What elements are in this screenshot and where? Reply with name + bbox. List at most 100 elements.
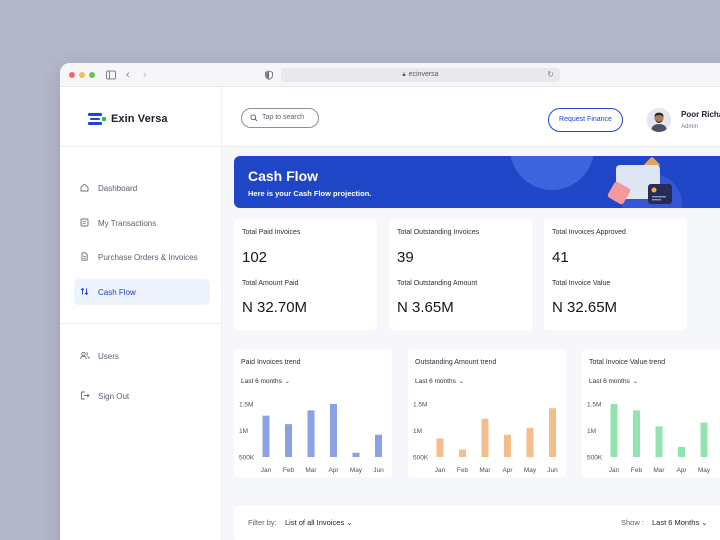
stat-value: N 32.70M bbox=[242, 299, 308, 316]
forward-arrow-icon[interactable]: › bbox=[143, 68, 147, 82]
stat-label: Total Paid Invoices bbox=[242, 229, 301, 236]
logo-mark-icon bbox=[88, 113, 106, 125]
x-tick-label: Mar bbox=[305, 467, 317, 474]
sidebar-item-label: Sign Out bbox=[98, 391, 130, 401]
chevron-down-icon: ⌄ bbox=[701, 518, 708, 527]
bar-jan[interactable] bbox=[610, 404, 618, 457]
bar-may[interactable] bbox=[526, 427, 534, 457]
sidebar-item-transactions[interactable]: My Transactions bbox=[74, 210, 210, 236]
filter-label: Filter by: bbox=[248, 518, 277, 527]
request-finance-button[interactable]: Request Finance bbox=[548, 108, 623, 132]
bar-may[interactable] bbox=[352, 452, 360, 457]
bar-jan[interactable] bbox=[436, 438, 444, 457]
search-icon bbox=[250, 109, 258, 134]
y-tick-label: 1.5M bbox=[413, 402, 427, 409]
x-tick-label: Apr bbox=[328, 467, 339, 474]
chart-range-value: Last 6 months bbox=[415, 378, 456, 385]
sidebar-item-label: My Transactions bbox=[98, 218, 157, 228]
bar-jan[interactable] bbox=[262, 415, 270, 457]
app-logo[interactable]: Exin Versa bbox=[88, 112, 168, 126]
stat-value: N 3.65M bbox=[397, 299, 454, 316]
sidebar-item-label: Purchase Orders & Invoices bbox=[98, 252, 198, 262]
x-tick-label: Apr bbox=[676, 467, 687, 474]
stat-label: Total Outstanding Invoices bbox=[397, 229, 480, 236]
bar-feb[interactable] bbox=[285, 424, 292, 457]
search-placeholder: Tap to search bbox=[262, 114, 305, 121]
x-tick-label: Jan bbox=[435, 467, 446, 474]
show-dropdown[interactable]: Last 6 Months ⌄ bbox=[652, 518, 708, 527]
page-title: Cash Flow bbox=[248, 168, 319, 184]
stat-value: 39 bbox=[397, 249, 414, 266]
filter-value: List of all Invoices bbox=[285, 518, 345, 527]
bar-mar[interactable] bbox=[307, 410, 315, 457]
x-tick-label: Jun bbox=[373, 467, 384, 474]
stat-value: N 32.65M bbox=[552, 299, 618, 316]
sidebar-divider bbox=[60, 146, 221, 147]
bar-apr[interactable] bbox=[678, 446, 685, 457]
x-tick-label: Jun bbox=[547, 467, 558, 474]
bar-apr[interactable] bbox=[330, 404, 337, 457]
app-name: Exin Versa bbox=[111, 113, 168, 125]
x-tick-label: Jan bbox=[261, 467, 272, 474]
lock-icon: 🔒︎ bbox=[402, 72, 406, 78]
bar-apr[interactable] bbox=[504, 434, 511, 457]
minimize-window-button[interactable] bbox=[79, 72, 85, 78]
avatar[interactable] bbox=[647, 108, 671, 132]
bar-jun[interactable] bbox=[375, 434, 382, 457]
x-tick-label: Feb bbox=[457, 467, 469, 474]
sidebar-item-purchase-orders[interactable]: Purchase Orders & Invoices bbox=[74, 244, 210, 270]
bar-feb[interactable] bbox=[459, 449, 466, 457]
stat-card-outstanding: Total Outstanding Invoices 39 Total Outs… bbox=[389, 219, 532, 330]
back-arrow-icon[interactable]: ‹ bbox=[126, 68, 130, 82]
sidebar-item-sign-out[interactable]: Sign Out bbox=[74, 383, 210, 409]
show-label: Show : bbox=[621, 518, 644, 527]
bar-may[interactable] bbox=[700, 422, 708, 457]
outstanding-amount-trend-card: Outstanding Amount trend Last 6 months ⌄ … bbox=[408, 349, 566, 477]
y-tick-label: 1.5M bbox=[587, 402, 601, 409]
chart-range-dropdown[interactable]: Last 6 months ⌄ bbox=[241, 378, 290, 385]
filter-dropdown[interactable]: List of all Invoices ⌄ bbox=[285, 518, 353, 527]
chart-range-value: Last 6 months bbox=[241, 378, 282, 385]
banner-decoration bbox=[510, 156, 594, 190]
address-bar[interactable]: 🔒︎ ecinversa ↻ bbox=[281, 68, 560, 82]
bar-jun[interactable] bbox=[549, 408, 556, 457]
x-tick-label: Mar bbox=[479, 467, 491, 474]
sidebar-toggle-icon[interactable] bbox=[106, 68, 116, 82]
browser-toolbar: ‹ › 🔒︎ ecinversa ↻ bbox=[60, 63, 720, 87]
chevron-down-icon: ⌄ bbox=[632, 379, 638, 385]
reload-icon[interactable]: ↻ bbox=[547, 68, 554, 82]
total-invoice-value-trend-card: Total Invoice Value trend Last 6 months ⌄… bbox=[582, 349, 720, 477]
x-tick-label: May bbox=[698, 467, 711, 474]
y-tick-label: 1.5M bbox=[239, 402, 253, 409]
chart-range-dropdown[interactable]: Last 6 months ⌄ bbox=[415, 378, 464, 385]
close-window-button[interactable] bbox=[69, 72, 75, 78]
chevron-down-icon: ⌄ bbox=[284, 379, 290, 385]
browser-window: ‹ › 🔒︎ ecinversa ↻ Exin Versa Dashboard M… bbox=[60, 63, 720, 540]
sidebar-item-cash-flow[interactable]: Cash Flow bbox=[74, 279, 210, 305]
y-tick-label: 1M bbox=[587, 428, 596, 435]
bar-feb[interactable] bbox=[633, 410, 640, 457]
x-tick-label: May bbox=[350, 467, 363, 474]
maximize-window-button[interactable] bbox=[89, 72, 95, 78]
x-tick-label: Apr bbox=[502, 467, 513, 474]
bar-mar[interactable] bbox=[655, 426, 663, 457]
stat-label: Total Invoices Approved bbox=[552, 229, 626, 236]
sidebar-item-label: Cash Flow bbox=[98, 287, 136, 297]
chart-range-dropdown[interactable]: Last 6 months ⌄ bbox=[589, 378, 638, 385]
url-text: ecinversa bbox=[408, 71, 439, 78]
filter-bar: Filter by: List of all Invoices ⌄ Show :… bbox=[234, 506, 720, 540]
stat-value: 102 bbox=[242, 249, 268, 266]
bar-mar[interactable] bbox=[481, 418, 489, 457]
paid-invoices-chart: 1.5M 1M 500K Jan Feb Mar Apr May Jun bbox=[239, 402, 384, 475]
chart-title: Total Invoice Value trend bbox=[589, 359, 666, 366]
sidebar-item-dashboard[interactable]: Dashboard bbox=[74, 175, 210, 201]
stat-label: Total Invoice Value bbox=[552, 280, 611, 287]
paid-invoices-trend-card: Paid Invoices trend Last 6 months ⌄ 1.5M 1… bbox=[234, 349, 392, 477]
sidebar-item-users[interactable]: Users bbox=[74, 343, 210, 369]
y-tick-label: 1M bbox=[239, 428, 248, 435]
shield-icon[interactable] bbox=[265, 68, 273, 82]
y-tick-label: 500K bbox=[413, 455, 429, 462]
sidebar-divider bbox=[60, 323, 221, 324]
search-input[interactable]: Tap to search bbox=[241, 108, 319, 128]
show-value: Last 6 Months bbox=[652, 518, 700, 527]
